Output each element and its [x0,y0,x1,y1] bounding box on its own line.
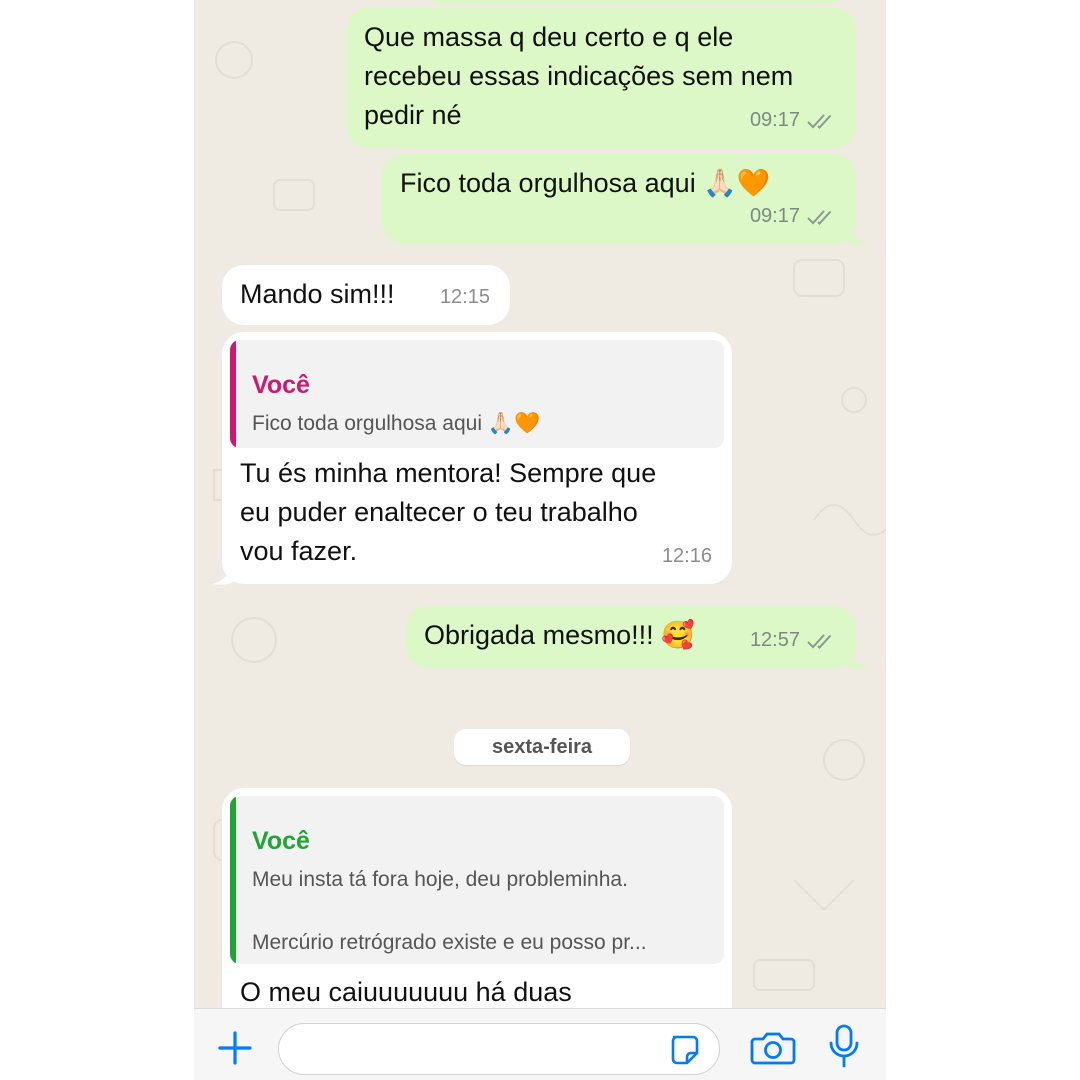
bubble-tail [846,226,868,245]
message-text-line: Que massa q deu certo e q ele [364,22,734,52]
message-text: O meu caiuuuuuuu há duas [240,977,572,1007]
quote-text-line: Mercúrio retrógrado existe e eu posso pr… [252,931,647,954]
camera-icon[interactable] [750,1029,796,1067]
bubble-tail [846,650,868,669]
double-check-icon [807,633,832,649]
quote-author: Você [252,371,310,399]
input-bar [194,1008,886,1080]
sticker-icon[interactable] [667,1033,701,1067]
message-text-line: Tu és minha mentora! Sempre que [240,458,657,488]
quote-author: Você [252,827,310,855]
quoted-message[interactable]: Você Meu insta tá fora hoje, deu problem… [230,796,724,964]
message-outgoing[interactable]: Que massa q deu certo e q ele recebeu es… [346,8,856,148]
message-text-line: recebeu essas indicações sem nem [364,61,794,91]
bubble-tail [212,566,234,585]
message-meta: 09:17 [750,197,836,236]
chat-screen: Que massa q deu certo e q ele recebeu es… [194,0,886,1080]
message-incoming-reply[interactable]: Você Meu insta tá fora hoje, deu problem… [222,788,732,1008]
day-divider: sexta-feira [454,729,630,765]
message-time: 09:17 [749,205,800,227]
message-outgoing[interactable]: Obrigada mesmo!!! 🥰 12:57 [406,606,856,668]
quote-text: Fico toda orgulhosa aqui 🙏🏻🧡 [252,412,541,435]
microphone-icon[interactable] [826,1023,862,1071]
quote-bar [230,796,236,964]
quote-text-line: Meu insta tá fora hoje, deu probleminha. [252,868,628,891]
message-text-line: eu puder enaltecer o teu trabalho [240,497,638,527]
message-incoming-reply[interactable]: Você Fico toda orgulhosa aqui 🙏🏻🧡 Tu és … [222,332,732,584]
quoted-message[interactable]: Você Fico toda orgulhosa aqui 🙏🏻🧡 [230,340,724,448]
message-meta: 09:17 [750,101,836,140]
message-text-line: vou fazer. [240,536,358,566]
plus-icon[interactable] [216,1029,254,1067]
double-check-icon [807,209,832,225]
quote-bar [230,340,236,448]
message-list[interactable]: Que massa q deu certo e q ele recebeu es… [194,0,886,1008]
message-outgoing[interactable]: Fico toda orgulhosa aqui 🙏🏻🧡 09:17 [382,154,856,244]
message-incoming[interactable]: Mando sim!!! 12:15 [222,265,510,325]
message-meta: 12:16 [662,537,712,576]
message-time: 12:57 [749,629,800,651]
message-time: 12:15 [439,286,490,308]
double-check-icon [807,113,832,129]
message-input[interactable] [278,1023,720,1075]
message-time: 09:17 [749,109,800,131]
message-meta: 12:57 [750,621,836,660]
message-meta: 12:15 [440,278,490,317]
previous-message-edge [424,0,844,4]
message-time: 12:16 [661,545,712,567]
